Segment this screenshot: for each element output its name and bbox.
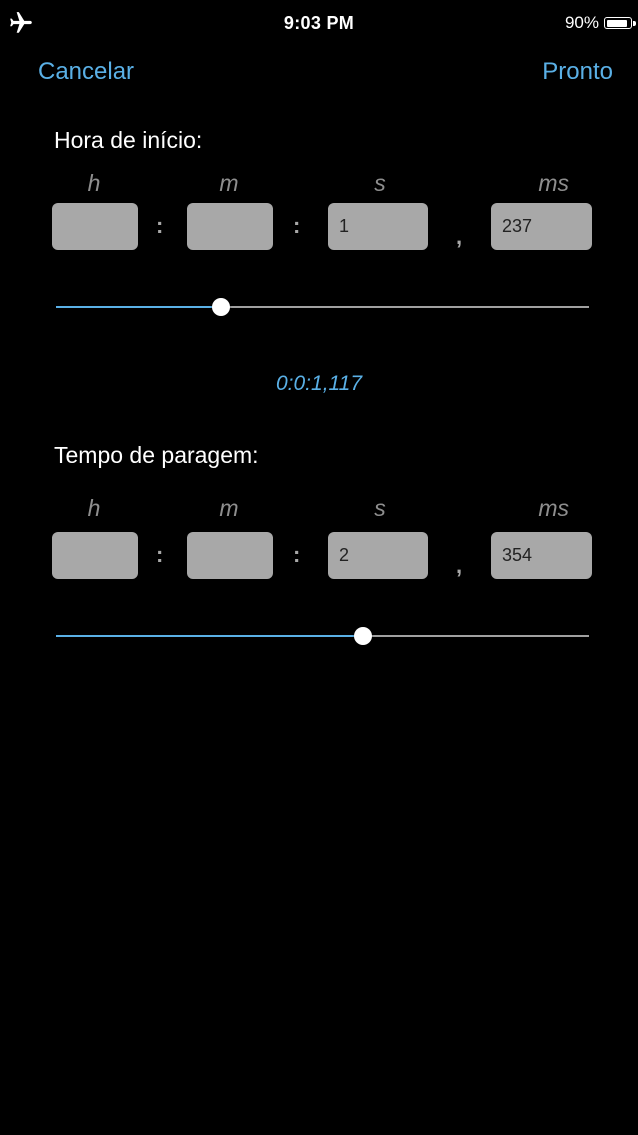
stop-colon-1: : bbox=[156, 542, 164, 567]
start-ms-field[interactable]: 237 bbox=[491, 203, 592, 250]
stop-colon-2: : bbox=[293, 542, 301, 567]
status-bar: 9:03 PM 90% bbox=[0, 0, 638, 48]
battery-icon bbox=[604, 17, 636, 29]
stop-seconds-field[interactable]: 2 bbox=[328, 532, 428, 579]
start-minutes-field[interactable] bbox=[187, 203, 273, 250]
slider-thumb[interactable] bbox=[354, 627, 372, 645]
start-time-title: Hora de início: bbox=[54, 127, 203, 153]
start-colon-1: : bbox=[156, 213, 164, 238]
start-time-slider[interactable] bbox=[56, 292, 589, 322]
stop-ms-unit: ms bbox=[538, 495, 569, 521]
stop-time-slider[interactable] bbox=[56, 621, 589, 651]
start-seconds-unit: s bbox=[374, 170, 386, 196]
start-hours-unit: h bbox=[87, 170, 101, 196]
start-hours-field[interactable] bbox=[52, 203, 138, 250]
battery-tip bbox=[633, 21, 636, 26]
slider-fill bbox=[56, 306, 222, 308]
stop-minutes-unit: m bbox=[219, 495, 239, 521]
slider-thumb[interactable] bbox=[212, 298, 231, 316]
start-seconds-field[interactable]: 1 bbox=[328, 203, 428, 250]
stop-hours-field[interactable] bbox=[52, 532, 138, 579]
stop-comma: , bbox=[456, 553, 463, 578]
start-colon-2: : bbox=[293, 213, 301, 238]
battery-indicator: 90% bbox=[564, 13, 636, 33]
battery-fill bbox=[606, 19, 628, 27]
cancel-button[interactable]: Cancelar bbox=[38, 58, 134, 86]
start-minutes-unit: m bbox=[219, 170, 239, 196]
stop-seconds-unit: s bbox=[374, 495, 386, 521]
stop-ms-field[interactable]: 354 bbox=[491, 532, 592, 579]
status-time: 9:03 PM bbox=[283, 13, 355, 33]
stop-minutes-field[interactable] bbox=[187, 532, 273, 579]
start-comma: , bbox=[456, 224, 463, 249]
battery-percent: 90% bbox=[564, 13, 599, 32]
start-ms-unit: ms bbox=[538, 170, 569, 196]
stop-time-title: Tempo de paragem: bbox=[54, 442, 259, 468]
done-button[interactable]: Pronto bbox=[542, 58, 613, 86]
selected-time-summary: 0:0:1,117 bbox=[275, 372, 363, 395]
stop-hours-unit: h bbox=[87, 495, 101, 521]
slider-fill bbox=[56, 635, 363, 637]
